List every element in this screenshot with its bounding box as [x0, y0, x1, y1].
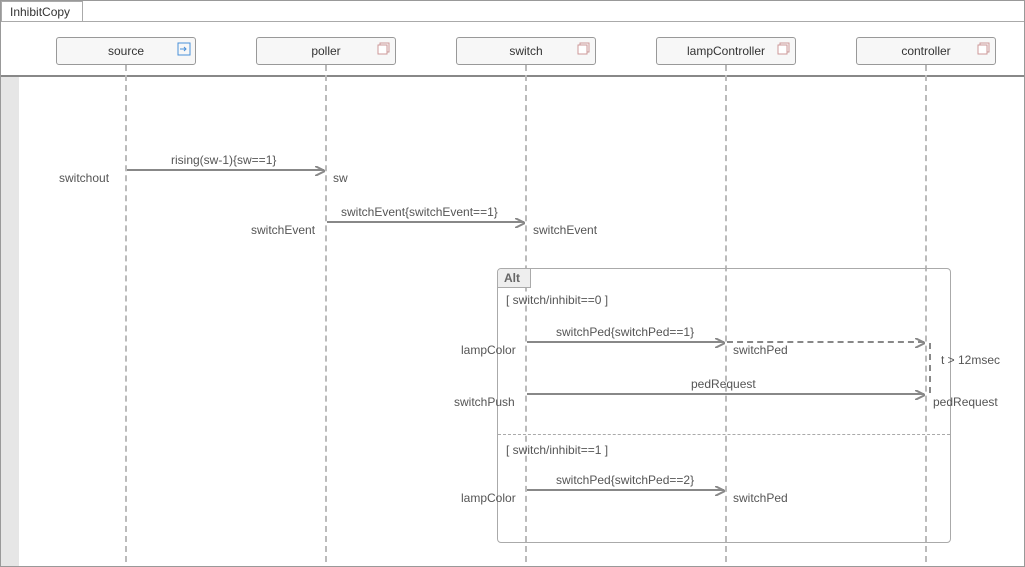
stack-icon [377, 42, 391, 59]
alt-fragment: Alt [ switch/inhibit==0 ] [ switch/inhib… [497, 268, 951, 543]
msg3-from-label: lampColor [461, 343, 516, 357]
vertical-return [929, 343, 931, 393]
lifeline-head-lampcontroller[interactable]: lampController [656, 37, 796, 65]
msg5-above: switchPed{switchPed==2} [556, 473, 694, 487]
arrowhead-icon [315, 166, 325, 176]
arrowhead-icon [915, 338, 925, 348]
lifeline-label: lampController [687, 44, 765, 58]
return-arrow-1 [727, 341, 924, 343]
alt-divider [498, 434, 950, 435]
lifeline-poller [325, 65, 327, 562]
lifeline-label: controller [901, 44, 950, 58]
msg3-to-label: switchPed [733, 343, 788, 357]
port-icon [177, 42, 191, 59]
msg2-arrow [327, 221, 524, 223]
timing-label: t > 12msec [941, 353, 1000, 367]
msg4-to-label: pedRequest [933, 395, 998, 409]
msg3-above: switchPed{switchPed==1} [556, 325, 694, 339]
msg2-above: switchEvent{switchEvent==1} [341, 205, 498, 219]
stack-icon [777, 42, 791, 59]
alt-guard-2: [ switch/inhibit==1 ] [506, 443, 608, 457]
msg2-from-label: switchEvent [251, 223, 315, 237]
msg1-from-label: switchout [59, 171, 109, 185]
stack-icon [977, 42, 991, 59]
arrowhead-icon [515, 218, 525, 228]
msg1-arrow [127, 169, 324, 171]
lifeline-label: source [108, 44, 144, 58]
lifeline-label: switch [509, 44, 542, 58]
stack-icon [577, 42, 591, 59]
lifeline-head-poller[interactable]: poller [256, 37, 396, 65]
msg3-arrow [527, 341, 724, 343]
msg5-arrow [527, 489, 724, 491]
alt-operator-label: Alt [498, 269, 531, 288]
msg5-from-label: lampColor [461, 491, 516, 505]
lifeline-head-switch[interactable]: switch [456, 37, 596, 65]
tab-label: InhibitCopy [10, 5, 70, 19]
alt-guard-1: [ switch/inhibit==0 ] [506, 293, 608, 307]
msg1-to-label: sw [333, 171, 348, 185]
msg4-above: pedRequest [691, 377, 756, 391]
msg1-above: rising(sw-1){sw==1} [171, 153, 276, 167]
lifeline-label: poller [311, 44, 340, 58]
msg5-to-label: switchPed [733, 491, 788, 505]
lifeline-source [125, 65, 127, 562]
msg4-arrow [527, 393, 924, 395]
lifeline-head-controller[interactable]: controller [856, 37, 996, 65]
msg4-from-label: switchPush [454, 395, 515, 409]
arrowhead-icon [715, 486, 725, 496]
arrowhead-icon [915, 390, 925, 400]
tab-inhibitcopy[interactable]: InhibitCopy [1, 1, 83, 21]
msg2-to-label: switchEvent [533, 223, 597, 237]
left-gutter [1, 77, 19, 566]
arrowhead-icon [715, 338, 725, 348]
lifeline-head-source[interactable]: source [56, 37, 196, 65]
